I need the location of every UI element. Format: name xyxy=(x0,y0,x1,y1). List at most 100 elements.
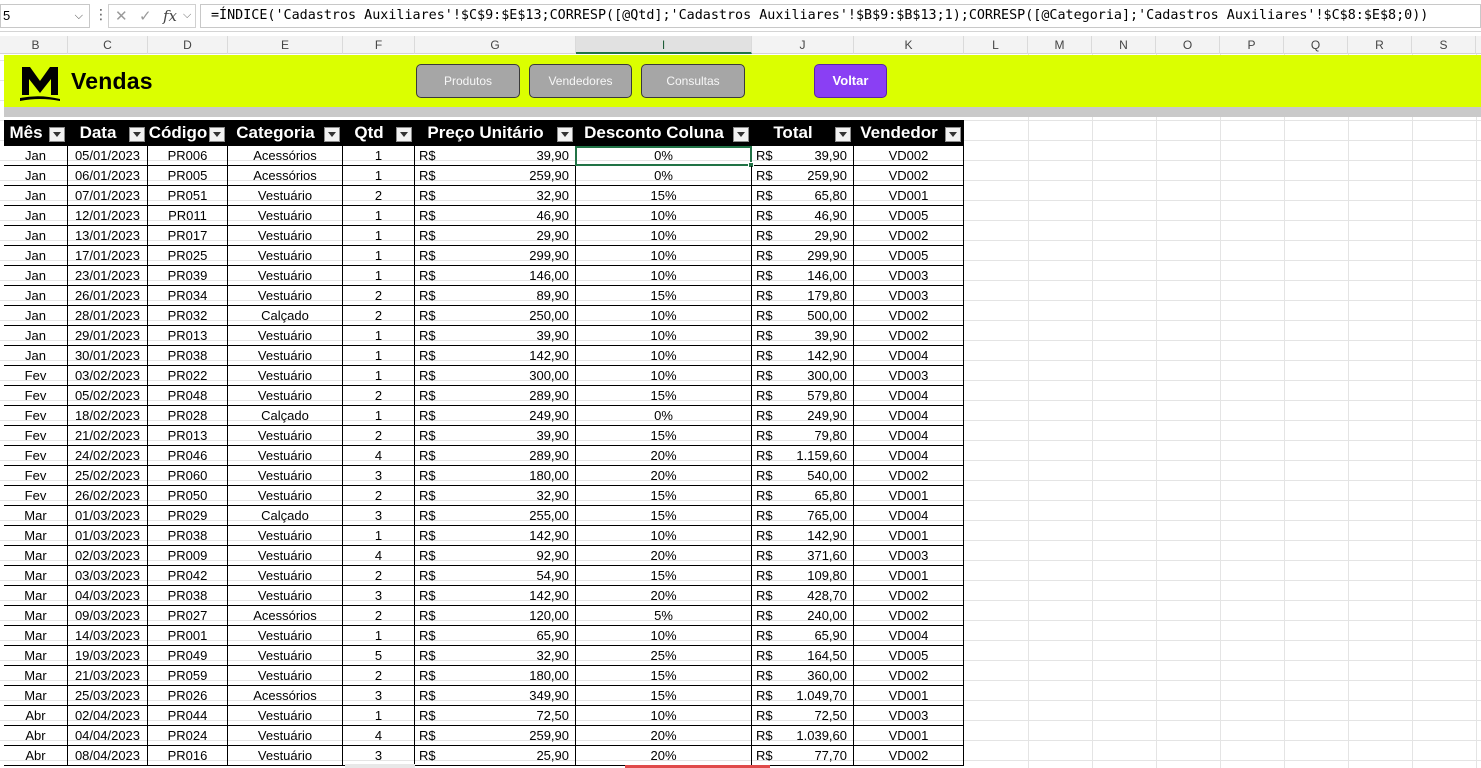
cell-data[interactable]: 05/02/2023 xyxy=(68,386,148,406)
cell-mes[interactable]: Mar xyxy=(4,566,68,586)
cell-qtd[interactable]: 4 xyxy=(343,726,415,746)
filter-dropdown-icon[interactable] xyxy=(49,127,65,142)
cell-qtd[interactable]: 3 xyxy=(343,466,415,486)
cell-desconto[interactable]: 10% xyxy=(576,526,752,546)
cell-codigo[interactable]: PR017 xyxy=(148,226,228,246)
cell-data[interactable]: 02/03/2023 xyxy=(68,546,148,566)
cell-codigo[interactable]: PR038 xyxy=(148,586,228,606)
cell-data[interactable]: 13/01/2023 xyxy=(68,226,148,246)
cell-desconto[interactable]: 10% xyxy=(576,206,752,226)
cell-mes[interactable]: Mar xyxy=(4,646,68,666)
cell-data[interactable]: 25/02/2023 xyxy=(68,466,148,486)
cell-codigo[interactable]: PR048 xyxy=(148,386,228,406)
cell-qtd[interactable]: 5 xyxy=(343,646,415,666)
cell-mes[interactable]: Fev xyxy=(4,446,68,466)
cell-data[interactable]: 18/02/2023 xyxy=(68,406,148,426)
cell-data[interactable]: 19/03/2023 xyxy=(68,646,148,666)
cell-desconto[interactable]: 20% xyxy=(576,726,752,746)
cell-categoria[interactable]: Calçado xyxy=(228,306,343,326)
cell-mes[interactable]: Mar xyxy=(4,626,68,646)
cell-categoria[interactable]: Calçado xyxy=(228,506,343,526)
cell-total[interactable]: R$ 39,90 xyxy=(752,146,854,166)
cell-mes[interactable]: Jan xyxy=(4,166,68,186)
cell-preco[interactable]: R$ 120,00 xyxy=(415,606,576,626)
cell-vendedor[interactable]: VD002 xyxy=(854,606,964,626)
voltar-button[interactable]: Voltar xyxy=(814,64,887,98)
cell-mes[interactable]: Jan xyxy=(4,286,68,306)
cell-mes[interactable]: Mar xyxy=(4,666,68,686)
cell-desconto[interactable]: 15% xyxy=(576,186,752,206)
cell-categoria[interactable]: Vestuário xyxy=(228,726,343,746)
cell-total[interactable]: R$ 65,80 xyxy=(752,486,854,506)
cell-preco[interactable]: R$ 289,90 xyxy=(415,386,576,406)
cell-desconto[interactable]: 10% xyxy=(576,346,752,366)
cell-preco[interactable]: R$ 32,90 xyxy=(415,186,576,206)
produtos-button[interactable]: Produtos xyxy=(416,64,520,98)
filter-dropdown-icon[interactable] xyxy=(396,127,412,142)
cell-codigo[interactable]: PR060 xyxy=(148,466,228,486)
cell-qtd[interactable]: 3 xyxy=(343,746,415,766)
cell-qtd[interactable]: 2 xyxy=(343,306,415,326)
cell-qtd[interactable]: 1 xyxy=(343,146,415,166)
cell-vendedor[interactable]: VD003 xyxy=(854,266,964,286)
column-header-g[interactable]: G xyxy=(415,36,576,54)
cell-preco[interactable]: R$ 180,00 xyxy=(415,466,576,486)
cell-desconto[interactable]: 0% xyxy=(576,166,752,186)
cell-qtd[interactable]: 2 xyxy=(343,566,415,586)
cell-codigo[interactable]: PR013 xyxy=(148,326,228,346)
cell-categoria[interactable]: Vestuário xyxy=(228,646,343,666)
cell-preco[interactable]: R$ 142,90 xyxy=(415,346,576,366)
cell-data[interactable]: 04/03/2023 xyxy=(68,586,148,606)
cell-preco[interactable]: R$ 142,90 xyxy=(415,586,576,606)
cell-codigo[interactable]: PR059 xyxy=(148,666,228,686)
cell-data[interactable]: 08/04/2023 xyxy=(68,746,148,766)
cell-qtd[interactable]: 2 xyxy=(343,666,415,686)
cell-total[interactable]: R$ 300,00 xyxy=(752,366,854,386)
cell-total[interactable]: R$ 65,90 xyxy=(752,626,854,646)
column-header-q[interactable]: Q xyxy=(1284,36,1348,54)
cell-vendedor[interactable]: VD002 xyxy=(854,666,964,686)
cell-vendedor[interactable]: VD001 xyxy=(854,686,964,706)
cell-data[interactable]: 01/03/2023 xyxy=(68,526,148,546)
cell-qtd[interactable]: 2 xyxy=(343,186,415,206)
cell-mes[interactable]: Mar xyxy=(4,606,68,626)
cell-preco[interactable]: R$ 32,90 xyxy=(415,486,576,506)
cell-vendedor[interactable]: VD004 xyxy=(854,426,964,446)
filter-dropdown-icon[interactable] xyxy=(557,127,573,142)
cell-mes[interactable]: Jan xyxy=(4,266,68,286)
cell-vendedor[interactable]: VD004 xyxy=(854,506,964,526)
cell-mes[interactable]: Abr xyxy=(4,706,68,726)
cell-total[interactable]: R$ 29,90 xyxy=(752,226,854,246)
cell-codigo[interactable]: PR026 xyxy=(148,686,228,706)
cell-categoria[interactable]: Vestuário xyxy=(228,266,343,286)
cell-categoria[interactable]: Vestuário xyxy=(228,386,343,406)
cell-preco[interactable]: R$ 39,90 xyxy=(415,146,576,166)
cell-categoria[interactable]: Vestuário xyxy=(228,186,343,206)
cell-qtd[interactable]: 2 xyxy=(343,386,415,406)
cell-data[interactable]: 26/01/2023 xyxy=(68,286,148,306)
chevron-down-icon[interactable]: ⌵ xyxy=(75,5,83,27)
column-header-r[interactable]: R xyxy=(1348,36,1412,54)
cell-qtd[interactable]: 1 xyxy=(343,406,415,426)
cell-codigo[interactable]: PR006 xyxy=(148,146,228,166)
cell-vendedor[interactable]: VD004 xyxy=(854,446,964,466)
cell-desconto[interactable]: 15% xyxy=(576,286,752,306)
column-header-o[interactable]: O xyxy=(1156,36,1220,54)
cell-total[interactable]: R$ 765,00 xyxy=(752,506,854,526)
cell-categoria[interactable]: Vestuário xyxy=(228,566,343,586)
column-header-j[interactable]: J xyxy=(752,36,854,54)
cell-desconto[interactable]: 20% xyxy=(576,546,752,566)
filter-dropdown-icon[interactable] xyxy=(209,127,225,142)
cell-codigo[interactable]: PR034 xyxy=(148,286,228,306)
cell-preco[interactable]: R$ 300,00 xyxy=(415,366,576,386)
cell-vendedor[interactable]: VD004 xyxy=(854,626,964,646)
cell-preco[interactable]: R$ 39,90 xyxy=(415,326,576,346)
cell-categoria[interactable]: Vestuário xyxy=(228,346,343,366)
cell-total[interactable]: R$ 39,90 xyxy=(752,326,854,346)
cell-mes[interactable]: Fev xyxy=(4,486,68,506)
cell-preco[interactable]: R$ 25,90 xyxy=(415,746,576,766)
cell-data[interactable]: 25/03/2023 xyxy=(68,686,148,706)
cell-codigo[interactable]: PR051 xyxy=(148,186,228,206)
cell-qtd[interactable]: 1 xyxy=(343,266,415,286)
cell-vendedor[interactable]: VD002 xyxy=(854,326,964,346)
